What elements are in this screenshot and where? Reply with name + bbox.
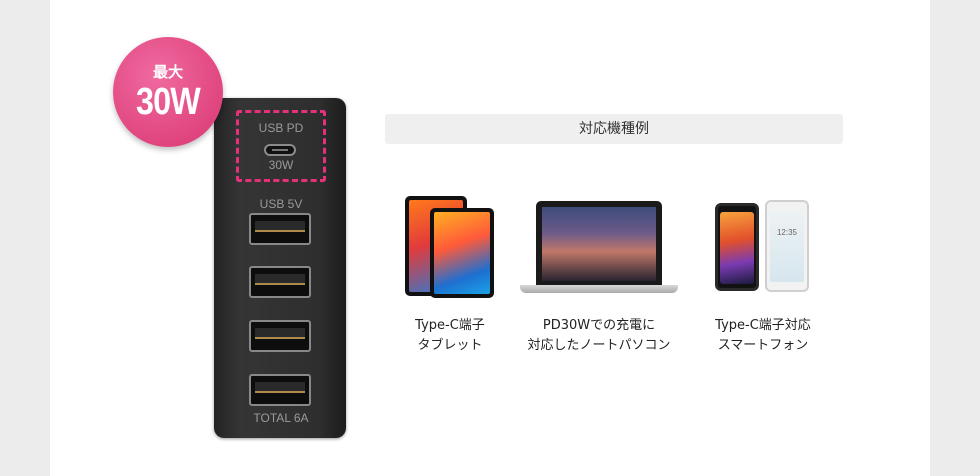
- badge-label: 最大: [152, 63, 183, 81]
- device-caption: Type-C端子対応 スマートフォン: [690, 316, 836, 356]
- compatible-devices-title: 対応機種例: [385, 114, 843, 144]
- usb-c-port-tongue: [272, 149, 288, 151]
- tablet-icon: [405, 196, 495, 300]
- usb-a-port-tongue: [255, 221, 305, 232]
- badge-value: 30W: [136, 81, 201, 123]
- total-current-label: TOTAL 6A: [253, 411, 309, 425]
- device-caption: Type-C端子 タブレット: [380, 316, 520, 356]
- device-caption-line2: スマートフォン: [717, 338, 809, 353]
- device-caption-line1: PD30Wでの充電に: [542, 318, 656, 333]
- usb-pd-watt-label: 30W: [268, 158, 294, 172]
- phone-screen-time: 12:35: [776, 228, 798, 237]
- usb-pd-label: USB PD: [258, 121, 304, 135]
- max-power-badge: 最大 30W: [113, 37, 223, 147]
- device-caption-line1: Type-C端子: [415, 318, 485, 333]
- usb-5v-label: USB 5V: [259, 197, 303, 211]
- usb-a-port-tongue: [255, 382, 305, 393]
- device-caption-line2: タブレット: [417, 338, 483, 353]
- product-panel: USB PD 30W USB 5V TOTAL 6A 最大 30W 対応機種例: [50, 0, 930, 476]
- device-caption-line2: 対応したノートパソコン: [527, 338, 671, 353]
- device-caption-line1: Type-C端子対応: [715, 318, 811, 333]
- laptop-icon: [520, 201, 678, 295]
- smartphone-icon: 12:35: [715, 200, 811, 294]
- usb-a-port-tongue: [255, 328, 305, 339]
- usb-a-port-tongue: [255, 274, 305, 285]
- device-caption: PD30Wでの充電に 対応したノートパソコン: [514, 316, 684, 356]
